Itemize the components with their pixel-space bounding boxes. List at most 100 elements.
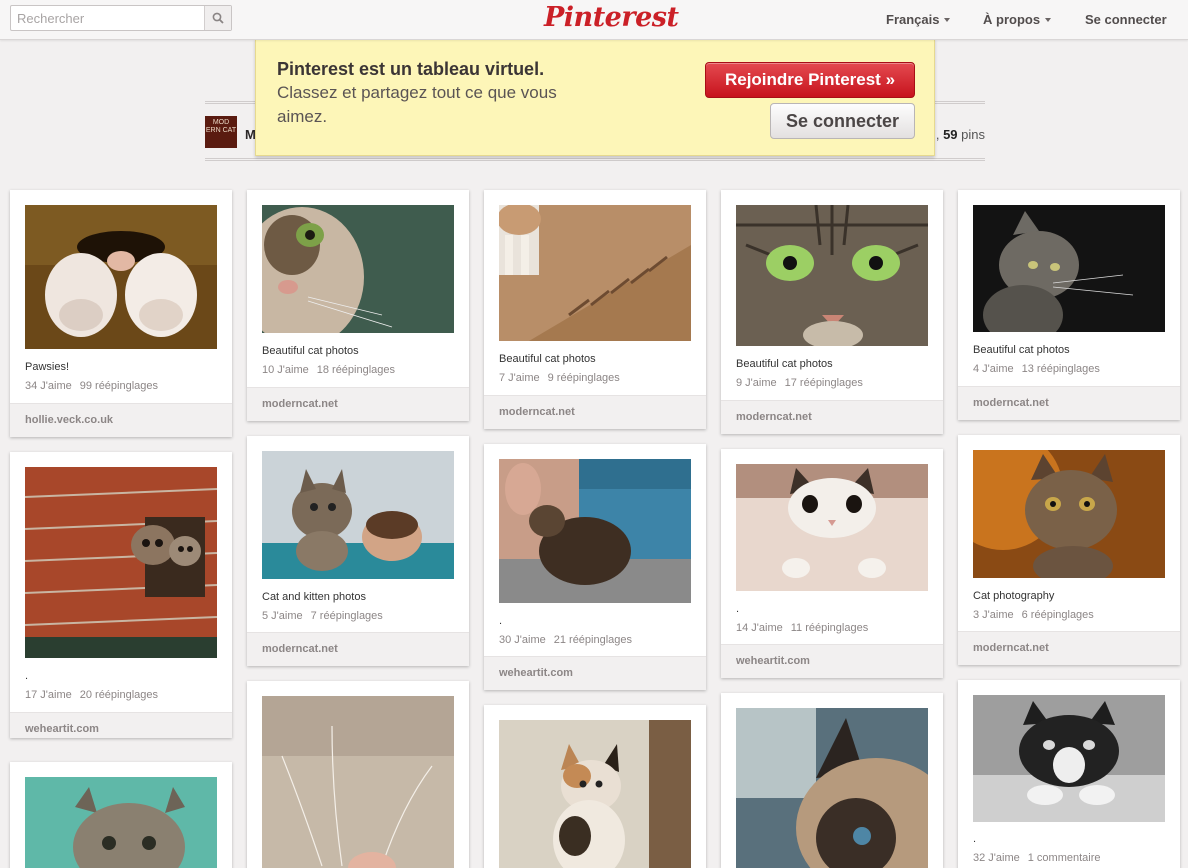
search-icon bbox=[212, 12, 224, 24]
pin-stats: 9 J'aime 17 réépinglages bbox=[736, 377, 863, 389]
pinterest-logo[interactable]: Pinterest bbox=[544, 2, 679, 34]
pin-source-link[interactable]: moderncat.net bbox=[973, 642, 1049, 654]
pin-repins: 7 réépinglages bbox=[310, 610, 383, 622]
pin-description: Pawsies! bbox=[25, 361, 70, 373]
pin-image[interactable] bbox=[25, 777, 217, 868]
pin-footer: moderncat.net bbox=[247, 387, 469, 421]
pin-card[interactable] bbox=[10, 762, 232, 868]
pin-stats: 10 J'aime 18 réépinglages bbox=[262, 364, 395, 376]
pin-card[interactable]: . 17 J'aime 20 réépinglages weheartit.com bbox=[10, 452, 232, 738]
pin-repins: 13 réépinglages bbox=[1021, 363, 1100, 375]
pin-card[interactable] bbox=[484, 705, 706, 868]
cat-photo-paws bbox=[25, 205, 217, 349]
banner-text: Classez et partagez tout ce que vous aim… bbox=[277, 83, 557, 126]
search-box bbox=[10, 5, 232, 31]
search-button[interactable] bbox=[204, 6, 231, 30]
pin-source-link[interactable]: hollie.veck.co.uk bbox=[25, 414, 113, 426]
pin-card[interactable] bbox=[247, 681, 469, 868]
pin-card[interactable]: Beautiful cat photos 7 J'aime 9 réépingla… bbox=[484, 190, 706, 429]
pin-source-link[interactable]: moderncat.net bbox=[499, 406, 575, 418]
pin-image[interactable] bbox=[736, 205, 928, 346]
pin-footer: moderncat.net bbox=[958, 386, 1180, 420]
pin-source-link[interactable]: weheartit.com bbox=[736, 655, 810, 667]
cat-photo-black-white-kitten bbox=[973, 695, 1165, 822]
pin-repins: 99 réépinglages bbox=[79, 380, 159, 392]
pin-image[interactable] bbox=[973, 695, 1165, 822]
pin-description: Beautiful cat photos bbox=[736, 358, 833, 370]
pin-repins: 21 réépinglages bbox=[553, 634, 633, 646]
search-input[interactable] bbox=[11, 6, 205, 30]
pin-description: Cat photography bbox=[973, 590, 1055, 602]
cat-photo-siamese bbox=[736, 708, 928, 868]
cat-photo-kitten-teal bbox=[25, 777, 217, 868]
pin-comments: 1 commentaire bbox=[1027, 852, 1101, 864]
cat-photo-calico-kitten bbox=[499, 720, 691, 868]
pin-repins: 20 réépinglages bbox=[79, 689, 159, 701]
pin-footer: moderncat.net bbox=[247, 632, 469, 666]
chevron-down-icon bbox=[944, 18, 951, 22]
pin-card[interactable]: Pawsies! 34 J'aime 99 réépinglages hollie… bbox=[10, 190, 232, 437]
cat-photo-tabby-orange-light bbox=[973, 450, 1165, 578]
pin-likes: 17 J'aime bbox=[25, 689, 72, 701]
pin-image[interactable] bbox=[262, 205, 454, 333]
pin-repins: 11 réépinglages bbox=[790, 622, 869, 634]
pin-description: . bbox=[973, 833, 977, 845]
pin-footer: weheartit.com bbox=[10, 712, 232, 738]
top-header: Pinterest Français À propos Se connecter bbox=[0, 0, 1188, 40]
pin-card[interactable]: Cat and kitten photos 5 J'aime 7 réépingl… bbox=[247, 436, 469, 666]
pin-stats: 30 J'aime 21 réépinglages bbox=[499, 634, 632, 646]
board-avatar[interactable]: MOD ERN CAT bbox=[205, 116, 237, 148]
pin-count-value: 59 bbox=[943, 127, 958, 142]
pin-card[interactable]: . 32 J'aime 1 commentaire bbox=[958, 680, 1180, 868]
pin-stats: 4 J'aime 13 réépinglages bbox=[973, 363, 1100, 375]
header-login-link[interactable]: Se connecter bbox=[1085, 12, 1167, 27]
signup-banner: Pinterest est un tableau virtuel. Classe… bbox=[255, 38, 935, 156]
pin-stats: 34 J'aime 99 réépinglages bbox=[25, 380, 158, 392]
pin-image[interactable] bbox=[736, 464, 928, 591]
pin-image[interactable] bbox=[499, 720, 691, 868]
pin-image[interactable] bbox=[262, 451, 454, 579]
pin-image[interactable] bbox=[736, 708, 928, 868]
cat-photo-whiskers bbox=[262, 696, 454, 868]
join-pinterest-button[interactable]: Rejoindre Pinterest » bbox=[705, 62, 915, 98]
pin-source-link[interactable]: moderncat.net bbox=[973, 397, 1049, 409]
pin-likes: 5 J'aime bbox=[262, 610, 303, 622]
pin-source-link[interactable]: moderncat.net bbox=[262, 643, 338, 655]
cat-photo-cat-on-pavement bbox=[499, 205, 691, 341]
pin-image[interactable] bbox=[973, 205, 1165, 332]
pin-source-link[interactable]: weheartit.com bbox=[499, 667, 573, 679]
pin-card[interactable]: . 14 J'aime 11 réépinglages weheartit.com bbox=[721, 449, 943, 678]
pin-stats: 5 J'aime 7 réépinglages bbox=[262, 610, 383, 622]
header-login-label: Se connecter bbox=[1085, 12, 1167, 27]
language-menu[interactable]: Français bbox=[886, 12, 951, 27]
pin-likes: 3 J'aime bbox=[973, 609, 1014, 621]
pin-likes: 34 J'aime bbox=[25, 380, 72, 392]
pin-image[interactable] bbox=[973, 450, 1165, 578]
about-menu[interactable]: À propos bbox=[983, 12, 1052, 27]
pin-source-link[interactable]: moderncat.net bbox=[736, 411, 812, 423]
login-button[interactable]: Se connecter bbox=[770, 103, 915, 139]
pin-card[interactable]: . 30 J'aime 21 réépinglages weheartit.com bbox=[484, 444, 706, 690]
pin-footer: moderncat.net bbox=[958, 631, 1180, 665]
pin-image[interactable] bbox=[25, 467, 217, 658]
pin-likes: 4 J'aime bbox=[973, 363, 1014, 375]
pin-likes: 7 J'aime bbox=[499, 372, 540, 384]
pin-source-link[interactable]: weheartit.com bbox=[25, 723, 99, 735]
pin-image[interactable] bbox=[499, 205, 691, 341]
pin-image[interactable] bbox=[262, 696, 454, 868]
pin-card[interactable]: Cat photography 3 J'aime 6 réépinglages m… bbox=[958, 435, 1180, 665]
pin-card[interactable]: Beautiful cat photos 9 J'aime 17 réépingl… bbox=[721, 190, 943, 434]
cat-photo-tabby-face bbox=[736, 205, 928, 346]
pin-source-link[interactable]: moderncat.net bbox=[262, 398, 338, 410]
pin-description: Beautiful cat photos bbox=[499, 353, 596, 365]
pin-card[interactable]: Beautiful cat photos 4 J'aime 13 réépingl… bbox=[958, 190, 1180, 420]
cat-photo-kitten-on-shoulder bbox=[499, 459, 691, 603]
pin-image[interactable] bbox=[499, 459, 691, 603]
pin-image[interactable] bbox=[25, 205, 217, 349]
pin-card[interactable] bbox=[721, 693, 943, 868]
language-label: Français bbox=[886, 12, 940, 27]
pin-card[interactable]: Beautiful cat photos 10 J'aime 18 rééping… bbox=[247, 190, 469, 421]
pin-description: . bbox=[736, 603, 740, 615]
cat-photo-green-eyes-closeup bbox=[262, 205, 454, 333]
pin-likes: 32 J'aime bbox=[973, 852, 1020, 864]
